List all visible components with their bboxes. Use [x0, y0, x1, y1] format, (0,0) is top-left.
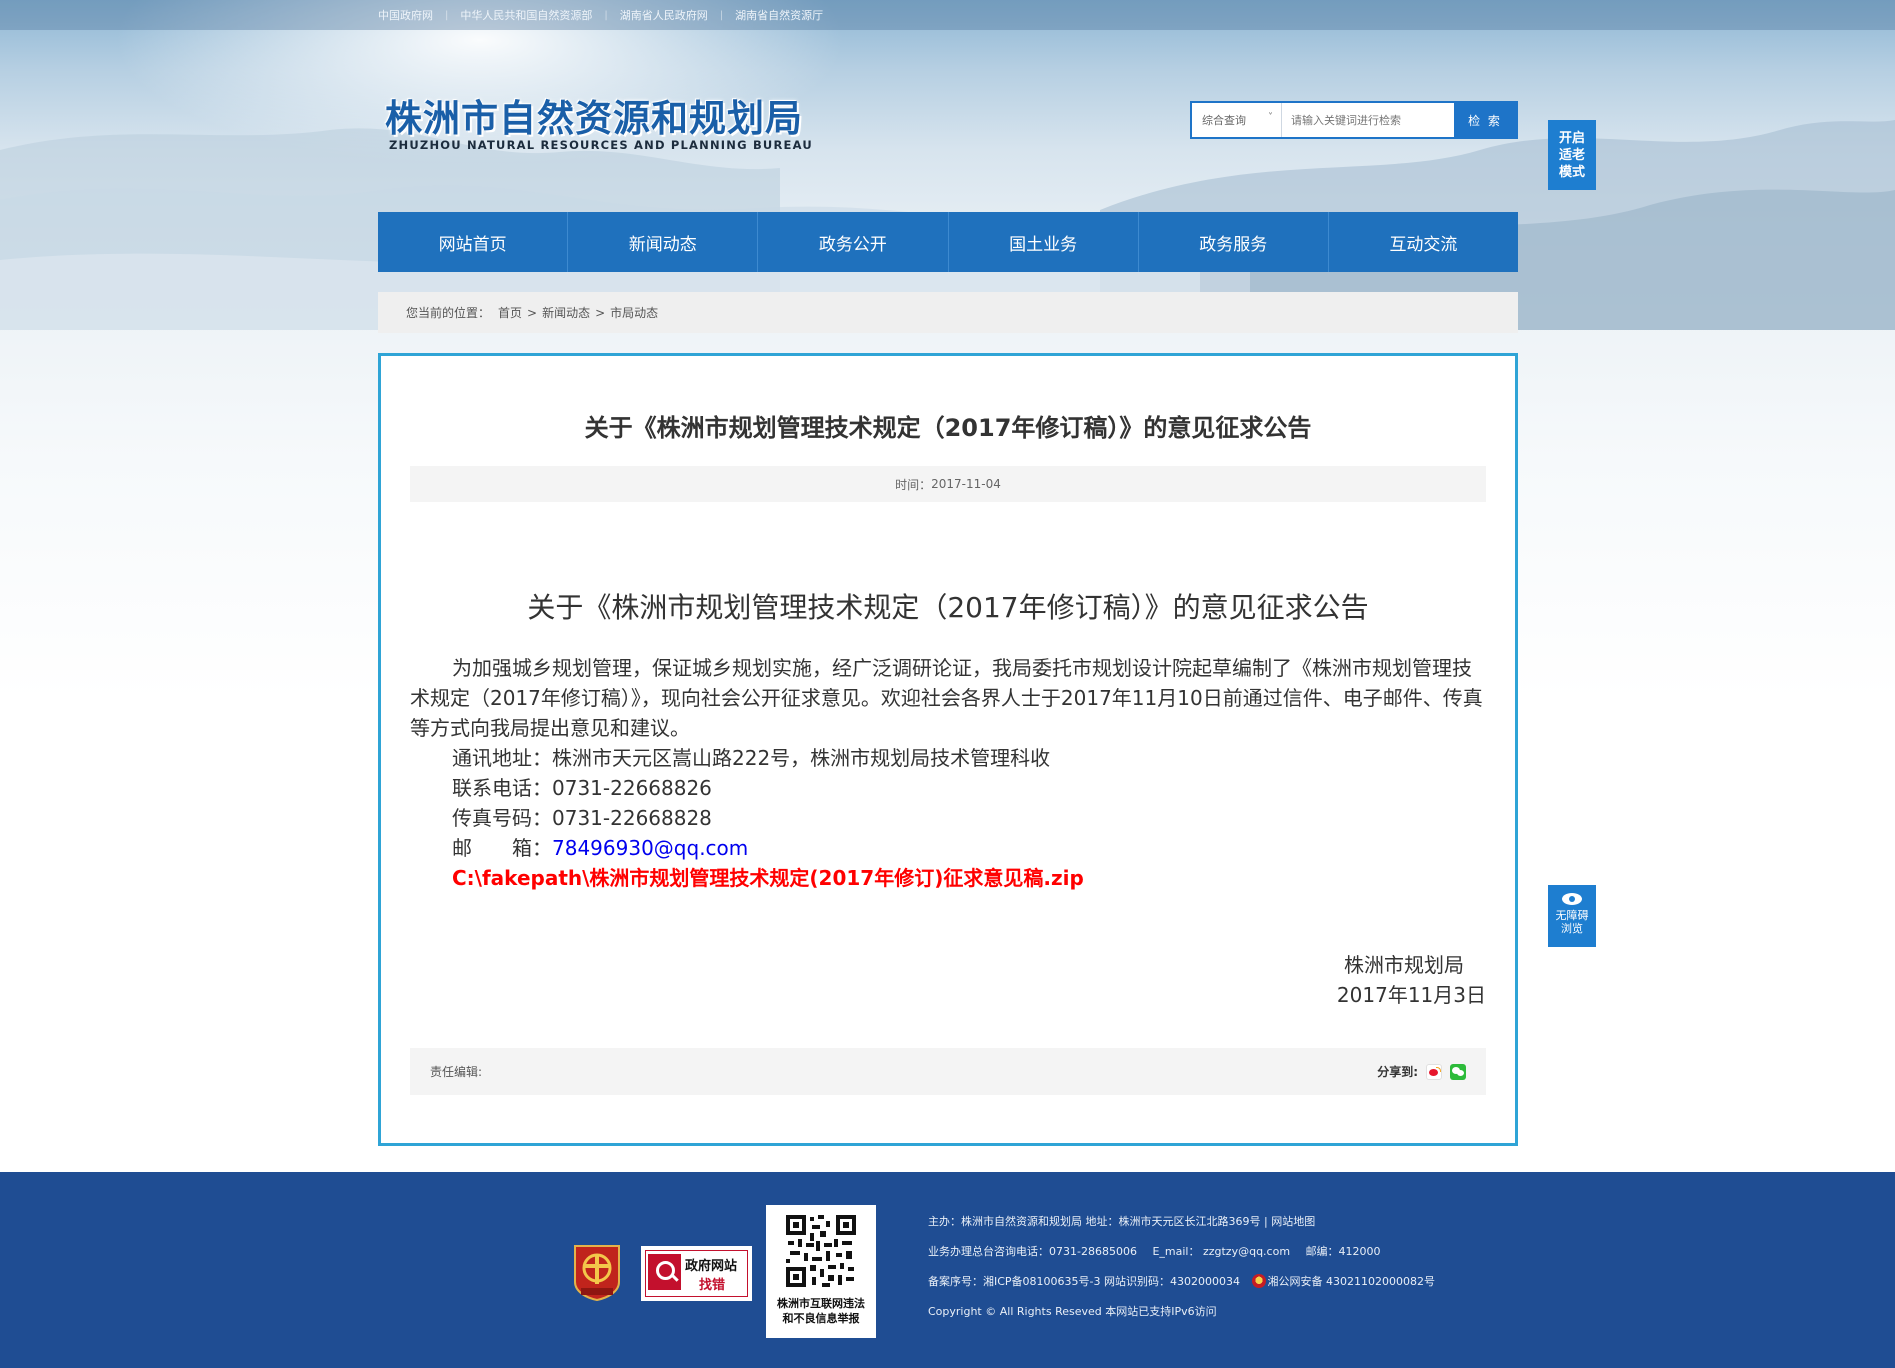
elder-mode-label-3: 模式 — [1558, 165, 1585, 180]
editor-label: 责任编辑: — [430, 1065, 483, 1079]
elder-mode-label-1: 开启 — [1558, 131, 1585, 146]
chevron-down-icon: ˅ — [1268, 112, 1273, 123]
footer-email: E_mail： zzgtzy@qq.com — [1152, 1245, 1291, 1258]
top-link-mnr[interactable]: 中华人民共和国自然资源部 — [448, 7, 604, 23]
gov-site-error-report-button[interactable]: 政府网站 找错 — [641, 1246, 752, 1301]
qr-caption-line-1: 株洲市互联网违法 — [777, 1297, 865, 1310]
top-bar — [0, 0, 1895, 30]
top-links: 中国政府网 | 中华人民共和国自然资源部 | 湖南省人民政府网 | 湖南省自然资… — [378, 0, 835, 30]
article-footer-bar: 责任编辑: 分享到: — [410, 1048, 1486, 1095]
nav-item-gov-affairs[interactable]: 政务公开 — [758, 212, 949, 272]
footer-row-sponsor: 主办：株洲市自然资源和规划局 地址：株洲市天元区长江北路369号 | 网站地图 — [928, 1215, 1316, 1228]
footer-postcode: 邮编：412000 — [1305, 1245, 1381, 1258]
article-body-title: 关于《株洲市规划管理技术规定（2017年修订稿）》的意见征求公告 — [527, 591, 1369, 624]
article-time-label: 时间： — [895, 477, 932, 492]
article-sign-org: 株洲市规划局 — [1344, 953, 1464, 977]
weibo-share-icon[interactable] — [1426, 1063, 1442, 1080]
qr-code-icon — [784, 1213, 858, 1289]
footer-info: 主办：株洲市自然资源和规划局 地址：株洲市天元区长江北路369号 | 网站地图 … — [928, 1207, 1435, 1327]
article-signature: 株洲市规划局 2017年11月3日 — [1337, 950, 1486, 1010]
article-email-link[interactable]: 78496930@qq.com — [552, 836, 748, 860]
qr-caption: 株洲市互联网违法 和不良信息举报 — [766, 1296, 876, 1326]
footer-phone: 业务办理总台咨询电话：0731-28685006 — [928, 1245, 1137, 1258]
nav-item-gov-services[interactable]: 政务服务 — [1139, 212, 1329, 272]
police-badge-icon — [1251, 1274, 1266, 1288]
article-paragraph: 为加强城乡规划管理，保证城乡规划实施，经广泛调研论证，我局委托市规划设计院起草编… — [410, 656, 1483, 740]
top-link-gov[interactable]: 中国政府网 — [378, 7, 445, 23]
qr-caption-line-2: 和不良信息举报 — [782, 1312, 860, 1325]
nav-item-home[interactable]: 网站首页 — [378, 212, 569, 272]
site-logo-subtitle: ZHUZHOU NATURAL RESOURCES AND PLANNING B… — [389, 138, 813, 152]
search-input[interactable] — [1282, 103, 1454, 137]
share-group: 分享到: — [1377, 1063, 1466, 1080]
party-organ-emblem-icon[interactable] — [571, 1242, 623, 1302]
article-email-line: 邮 箱：78496930@qq.com — [410, 833, 1486, 863]
top-link-hunan-nr[interactable]: 湖南省自然资源厅 — [723, 7, 835, 23]
article-body: 为加强城乡规划管理，保证城乡规划实施，经广泛调研论证，我局委托市规划设计院起草编… — [410, 653, 1486, 893]
search-bar: 综合查询 ˅ 检 索 — [1190, 101, 1518, 139]
eye-icon — [1562, 893, 1582, 905]
footer-police-record[interactable]: 湘公网安备 43021102000082号 — [1268, 1275, 1435, 1288]
share-label: 分享到: — [1377, 1065, 1418, 1079]
search-scope-value: 综合查询 — [1202, 114, 1246, 127]
search-button[interactable]: 检 索 — [1454, 103, 1516, 137]
footer-row-copyright: Copyright © All Rights Reseved 本网站已支持IPv… — [928, 1305, 1217, 1318]
breadcrumb-prefix: 您当前的位置： — [406, 306, 491, 320]
accessibility-button[interactable]: 无障碍 浏览 — [1548, 885, 1596, 947]
article-attachment-link[interactable]: C:\fakepath\株洲市规划管理技术规定(2017年修订)征求意见稿.zi… — [410, 863, 1486, 893]
footer-row-contact: 业务办理总台咨询电话：0731-28685006 E_mail： zzgtzy@… — [928, 1237, 1435, 1267]
wechat-share-icon[interactable] — [1450, 1063, 1466, 1080]
article-address: 通讯地址：株洲市天元区嵩山路222号，株洲市规划局技术管理科收 — [452, 746, 1051, 770]
magnifier-icon — [648, 1254, 681, 1290]
article-time: 2017-11-04 — [931, 477, 1001, 491]
main-nav: 网站首页 新闻动态 政务公开 国土业务 政务服务 互动交流 — [378, 212, 1518, 272]
top-link-hunan-gov[interactable]: 湖南省人民政府网 — [608, 7, 720, 23]
elder-mode-button[interactable]: 开启 适老 模式 — [1548, 120, 1596, 190]
breadcrumb-separator: > — [527, 305, 538, 320]
footer-row-icp: 备案序号：湘ICP备08100635号-3 网站识别码：4302000034 湘… — [928, 1267, 1435, 1297]
breadcrumb-city-news[interactable]: 市局动态 — [610, 304, 658, 321]
article-email-label: 邮 箱： — [452, 836, 552, 860]
breadcrumb-separator: > — [595, 305, 606, 320]
nav-item-land-business[interactable]: 国土业务 — [949, 212, 1139, 272]
site-logo-title[interactable]: 株洲市自然资源和规划局 — [385, 88, 803, 142]
article-phone: 联系电话：0731-22668826 — [452, 776, 712, 800]
nav-item-news[interactable]: 新闻动态 — [568, 212, 759, 272]
accessibility-label-1: 无障碍 — [1555, 909, 1589, 922]
footer-icp[interactable]: 备案序号：湘ICP备08100635号-3 网站识别码：4302000034 — [928, 1275, 1240, 1288]
article-container: 关于《株洲市规划管理技术规定（2017年修订稿）》的意见征求公告 时间： 201… — [378, 353, 1518, 1146]
article-meta: 时间： 2017-11-04 — [410, 466, 1486, 502]
article-title: 关于《株洲市规划管理技术规定（2017年修订稿）》的意见征求公告 — [584, 414, 1312, 442]
nav-item-interaction[interactable]: 互动交流 — [1329, 212, 1518, 272]
search-scope-select[interactable]: 综合查询 ˅ — [1192, 103, 1282, 137]
elder-mode-label-2: 适老 — [1558, 148, 1585, 163]
breadcrumb-news[interactable]: 新闻动态 — [542, 304, 590, 321]
breadcrumb: 您当前的位置： 首页 > 新闻动态 > 市局动态 — [378, 292, 1518, 333]
article-sign-date: 2017年11月3日 — [1336, 983, 1486, 1007]
error-report-subtitle: 找错 — [699, 1278, 726, 1293]
error-report-title: 政府网站 — [685, 1259, 738, 1274]
accessibility-label-2: 浏览 — [1561, 922, 1583, 935]
breadcrumb-home[interactable]: 首页 — [498, 304, 522, 321]
report-qr-card[interactable]: 株洲市互联网违法 和不良信息举报 — [766, 1205, 876, 1338]
article-fax: 传真号码：0731-22668828 — [452, 806, 712, 830]
